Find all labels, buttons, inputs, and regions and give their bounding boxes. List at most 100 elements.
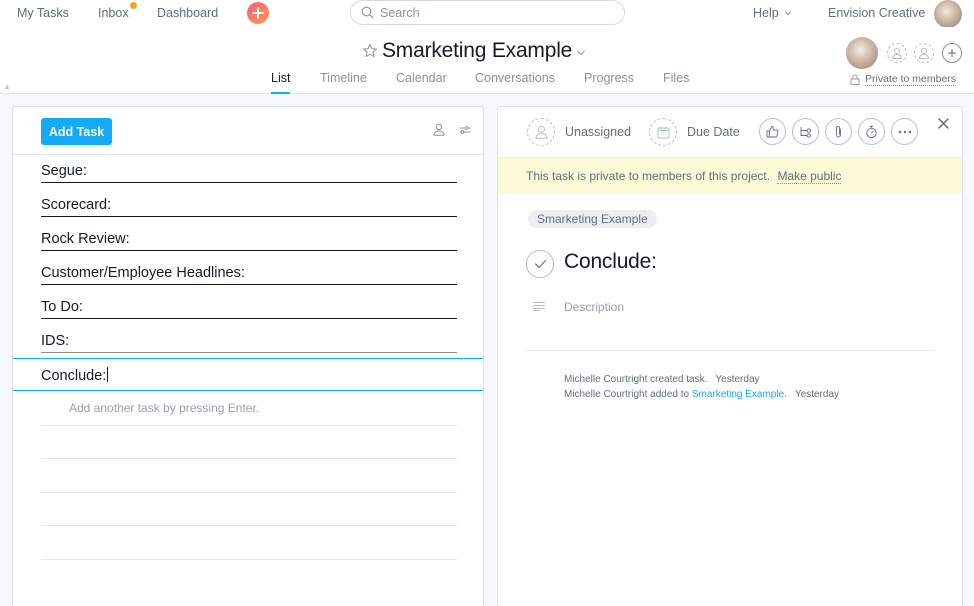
section-underline bbox=[41, 351, 457, 353]
task-detail-toolbar: Unassigned Due Date bbox=[498, 107, 962, 157]
subtask-icon bbox=[800, 126, 811, 138]
due-date-button[interactable] bbox=[649, 118, 677, 146]
task-detail-panel: Unassigned Due Date This task is private… bbox=[497, 106, 963, 606]
empty-row-divider bbox=[41, 458, 457, 459]
add-member-button[interactable] bbox=[942, 43, 962, 63]
like-button[interactable] bbox=[759, 118, 786, 145]
task-row[interactable]: To Do: bbox=[41, 285, 457, 319]
attachment-button[interactable] bbox=[825, 118, 852, 145]
nav-dashboard[interactable]: Dashboard bbox=[157, 6, 218, 20]
due-date-label[interactable]: Due Date bbox=[687, 125, 740, 139]
private-task-banner: This task is private to members of this … bbox=[498, 157, 962, 193]
filter-sliders-icon[interactable] bbox=[459, 125, 471, 135]
activity-story: Michelle Courtright added to Smarketing … bbox=[564, 389, 839, 400]
subtask-button[interactable] bbox=[792, 118, 819, 145]
story-text: Michelle Courtright created task. bbox=[564, 374, 708, 385]
nav-inbox[interactable]: Inbox bbox=[98, 2, 137, 20]
empty-row-divider bbox=[41, 492, 457, 493]
description-icon bbox=[533, 302, 545, 311]
story-timestamp: Yesterday bbox=[794, 389, 840, 400]
story-project-link[interactable]: Smarketing Example bbox=[692, 389, 784, 400]
private-banner-text: This task is private to members of this … bbox=[526, 169, 771, 183]
task-row[interactable]: Scorecard: bbox=[41, 183, 457, 217]
person-icon bbox=[891, 48, 903, 59]
mark-complete-button[interactable] bbox=[526, 250, 554, 278]
nav-my-tasks[interactable]: My Tasks bbox=[17, 6, 69, 20]
task-row-selected[interactable]: Conclude: bbox=[13, 358, 483, 391]
project-title-row: Smarketing Example bbox=[362, 39, 586, 63]
add-task-hint: Add another task by pressing Enter. bbox=[69, 401, 260, 415]
tab-conversations[interactable]: Conversations bbox=[475, 71, 555, 85]
tab-list[interactable]: List bbox=[271, 71, 291, 94]
nav-inbox-label: Inbox bbox=[98, 6, 129, 20]
chevron-down-icon[interactable] bbox=[576, 49, 586, 56]
section-name[interactable]: IDS: bbox=[41, 333, 69, 349]
add-member-placeholder[interactable] bbox=[914, 43, 934, 63]
person-icon[interactable] bbox=[433, 123, 445, 136]
project-title[interactable]: Smarketing Example bbox=[382, 39, 572, 63]
member-avatar[interactable] bbox=[846, 37, 878, 69]
story-timestamp: Yesterday bbox=[715, 374, 760, 385]
tab-timeline[interactable]: Timeline bbox=[320, 71, 367, 85]
privacy-link[interactable]: Private to members bbox=[865, 73, 957, 86]
more-icon bbox=[898, 130, 911, 133]
attachment-icon bbox=[836, 125, 841, 137]
assignee-button[interactable] bbox=[527, 118, 555, 146]
task-row[interactable]: Segue: bbox=[41, 149, 457, 183]
section-name[interactable]: Rock Review: bbox=[41, 231, 130, 247]
task-title[interactable]: Conclude: bbox=[564, 250, 657, 274]
chevron-down-icon bbox=[784, 11, 792, 16]
notification-dot bbox=[129, 2, 137, 9]
user-avatar[interactable] bbox=[934, 0, 962, 28]
task-row[interactable]: IDS: bbox=[41, 319, 457, 353]
divider bbox=[526, 350, 934, 351]
checkmark-icon bbox=[534, 259, 546, 269]
person-icon bbox=[918, 48, 930, 59]
tab-progress[interactable]: Progress bbox=[584, 71, 634, 85]
plus-icon bbox=[252, 7, 264, 19]
star-outline-icon[interactable] bbox=[362, 43, 378, 59]
empty-row-divider bbox=[41, 525, 457, 526]
like-icon bbox=[766, 126, 779, 138]
search-input[interactable] bbox=[380, 5, 610, 20]
story-text: Michelle Courtright added to bbox=[564, 389, 690, 400]
privacy-setting[interactable]: Private to members bbox=[850, 73, 957, 86]
close-icon bbox=[938, 118, 949, 129]
timer-button[interactable] bbox=[858, 118, 885, 145]
task-row[interactable]: Customer/Employee Headlines: bbox=[41, 251, 457, 285]
project-header: Smarketing Example List Timeline Calenda… bbox=[0, 27, 974, 94]
help-label: Help bbox=[753, 6, 779, 20]
search-bar[interactable] bbox=[350, 0, 625, 25]
task-list-toolbar: Add Task bbox=[13, 107, 483, 155]
add-member-placeholder[interactable] bbox=[887, 43, 907, 63]
search-icon bbox=[361, 6, 374, 19]
assignee-label[interactable]: Unassigned bbox=[565, 125, 631, 139]
tab-calendar[interactable]: Calendar bbox=[396, 71, 447, 85]
empty-row-divider bbox=[41, 425, 457, 426]
section-name[interactable]: To Do: bbox=[41, 299, 83, 315]
person-icon bbox=[534, 125, 548, 139]
section-name[interactable]: Customer/Employee Headlines: bbox=[41, 265, 245, 281]
tab-files[interactable]: Files bbox=[663, 71, 689, 85]
top-navigation-bar: My Tasks Inbox Dashboard Help Envision C… bbox=[0, 0, 974, 28]
empty-row-divider bbox=[41, 559, 457, 560]
project-tag[interactable]: Smarketing Example bbox=[528, 210, 657, 228]
section-name[interactable]: Scorecard: bbox=[41, 197, 111, 213]
description-field[interactable]: Description bbox=[564, 300, 624, 314]
story-suffix: . bbox=[784, 389, 787, 400]
help-menu[interactable]: Help bbox=[753, 6, 792, 20]
sidebar-toggle-icon[interactable]: ▲ bbox=[3, 82, 11, 91]
workspace-switcher[interactable]: Envision Creative bbox=[828, 6, 925, 20]
activity-story: Michelle Courtright created task. Yesterd… bbox=[564, 374, 760, 385]
section-name[interactable]: Segue: bbox=[41, 163, 87, 179]
timer-icon bbox=[866, 125, 877, 138]
add-task-button[interactable]: Add Task bbox=[41, 118, 112, 145]
more-actions-button[interactable] bbox=[891, 118, 918, 145]
section-name-input[interactable]: Conclude: bbox=[41, 367, 109, 384]
quick-add-button[interactable] bbox=[247, 2, 269, 24]
make-public-link[interactable]: Make public bbox=[777, 169, 842, 184]
plus-icon bbox=[948, 49, 956, 57]
text-caret bbox=[107, 367, 109, 382]
close-detail-button[interactable] bbox=[938, 116, 949, 134]
task-row[interactable]: Rock Review: bbox=[41, 217, 457, 251]
